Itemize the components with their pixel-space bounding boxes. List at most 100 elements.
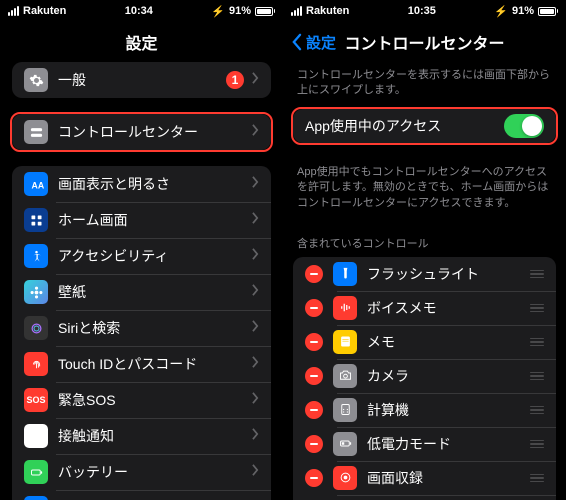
chevron-right-icon (252, 391, 259, 409)
badge: 1 (226, 71, 244, 89)
section-header: 含まれているコントロール (283, 221, 566, 257)
row-control-center[interactable]: コントロールセンター (12, 114, 271, 150)
low-power-icon (333, 432, 357, 456)
row-general[interactable]: 一般 1 (12, 62, 271, 98)
flower-icon (24, 280, 48, 304)
hand-icon (24, 496, 48, 500)
label: Touch IDとパスコード (58, 354, 252, 374)
charge-icon: ⚡ (494, 5, 508, 18)
label: バッテリー (58, 462, 252, 482)
control-screen-record[interactable]: 画面収録 (293, 461, 556, 495)
label: コントロールセンター (58, 122, 252, 142)
chevron-right-icon (252, 283, 259, 301)
control-low-power[interactable]: 低電力モード (293, 427, 556, 461)
label: App使用中のアクセス (305, 116, 504, 136)
label: 計算機 (367, 400, 522, 420)
sos-icon: SOS (24, 388, 48, 412)
text-size-icon: AA (24, 172, 48, 196)
control-notes[interactable]: メモ (293, 325, 556, 359)
battery-icon (538, 7, 558, 16)
remove-button[interactable] (305, 435, 323, 453)
label: ホーム画面 (58, 210, 252, 230)
chevron-left-icon (291, 33, 302, 51)
control-center-screen: Rakuten 10:35 ⚡ 91% 設定 コントロールセンター コントロール… (283, 0, 566, 500)
label: 緊急SOS (58, 390, 252, 410)
chevron-right-icon (252, 71, 259, 89)
drag-handle[interactable] (530, 406, 544, 415)
page-title: 設定 (0, 22, 283, 62)
label: フラッシュライト (367, 264, 522, 284)
exposure-icon (24, 424, 48, 448)
drag-handle[interactable] (530, 338, 544, 347)
chevron-right-icon (252, 175, 259, 193)
row-exposure[interactable]: 接触通知 (12, 418, 271, 454)
back-label: 設定 (306, 32, 336, 53)
svg-text:AA: AA (31, 180, 44, 190)
remove-button[interactable] (305, 367, 323, 385)
clock: 10:34 (125, 5, 153, 17)
siri-icon (24, 316, 48, 340)
label: 画面収録 (367, 468, 522, 488)
carrier: Rakuten (306, 5, 349, 17)
drag-handle[interactable] (530, 304, 544, 313)
battery-percent: 91% (229, 5, 251, 17)
chevron-right-icon (252, 319, 259, 337)
chevron-right-icon (252, 355, 259, 373)
description: コントロールセンターを表示するには画面下部から上にスワイプします。 (283, 62, 566, 109)
row-accessibility[interactable]: アクセシビリティ (12, 238, 271, 274)
drag-handle[interactable] (530, 270, 544, 279)
calculator-icon (333, 398, 357, 422)
remove-button[interactable] (305, 469, 323, 487)
drag-handle[interactable] (530, 440, 544, 449)
label: Siriと検索 (58, 318, 252, 338)
toggle-switch[interactable] (504, 114, 544, 138)
chevron-right-icon (252, 247, 259, 265)
label: 壁紙 (58, 282, 252, 302)
remove-button[interactable] (305, 401, 323, 419)
back-button[interactable]: 設定 (291, 32, 336, 53)
control-calculator[interactable]: 計算機 (293, 393, 556, 427)
record-icon (333, 466, 357, 490)
carrier: Rakuten (23, 5, 66, 17)
label: 接触通知 (58, 426, 252, 446)
row-siri[interactable]: Siriと検索 (12, 310, 271, 346)
gear-icon (24, 68, 48, 92)
control-voice-memo[interactable]: ボイスメモ (293, 291, 556, 325)
control-alarm[interactable]: アラーム (293, 495, 556, 500)
highlight: App使用中のアクセス (291, 107, 558, 145)
grid-icon (24, 208, 48, 232)
drag-handle[interactable] (530, 474, 544, 483)
flashlight-icon (333, 262, 357, 286)
control-flashlight[interactable]: フラッシュライト (293, 257, 556, 291)
nav-header: 設定 コントロールセンター (283, 22, 566, 62)
row-display[interactable]: AA 画面表示と明るさ (12, 166, 271, 202)
signal-icon (8, 6, 19, 16)
control-camera[interactable]: カメラ (293, 359, 556, 393)
waveform-icon (333, 296, 357, 320)
battery-icon (255, 7, 275, 16)
remove-button[interactable] (305, 333, 323, 351)
status-bar: Rakuten 10:34 ⚡ 91% (0, 0, 283, 22)
label: アクセシビリティ (58, 246, 252, 266)
signal-icon (291, 6, 302, 16)
row-home[interactable]: ホーム画面 (12, 202, 271, 238)
clock: 10:35 (408, 5, 436, 17)
row-privacy[interactable]: プライバシーとセキュリティ (12, 490, 271, 500)
row-app-access[interactable]: App使用中のアクセス (293, 109, 556, 143)
battery-percent: 91% (512, 5, 534, 17)
toggles-icon (24, 120, 48, 144)
remove-button[interactable] (305, 299, 323, 317)
row-touchid[interactable]: Touch IDとパスコード (12, 346, 271, 382)
label: 一般 (58, 70, 226, 90)
status-bar: Rakuten 10:35 ⚡ 91% (283, 0, 566, 22)
highlight: コントロールセンター (10, 112, 273, 152)
battery-icon (24, 460, 48, 484)
page-title: コントロールセンター (344, 30, 504, 54)
row-wallpaper[interactable]: 壁紙 (12, 274, 271, 310)
drag-handle[interactable] (530, 372, 544, 381)
label: 画面表示と明るさ (58, 174, 252, 194)
chevron-right-icon (252, 427, 259, 445)
row-battery[interactable]: バッテリー (12, 454, 271, 490)
remove-button[interactable] (305, 265, 323, 283)
row-sos[interactable]: SOS 緊急SOS (12, 382, 271, 418)
